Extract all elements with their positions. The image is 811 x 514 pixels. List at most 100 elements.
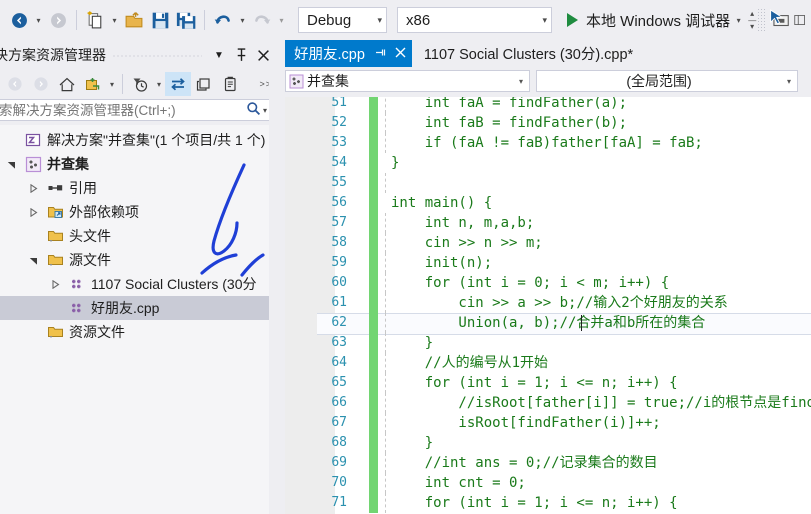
code-line[interactable]: 51 int faA = findFather(a);: [285, 97, 811, 113]
tree-row-resource-files[interactable]: 资源文件: [0, 320, 278, 344]
tree-row-header-files[interactable]: 头文件: [0, 224, 278, 248]
indent-guide: [385, 253, 386, 273]
search-box[interactable]: ▾: [0, 99, 274, 121]
code-text: if (faA != faB)father[faA] = faB;: [391, 135, 703, 151]
tree-row-references[interactable]: 引用: [0, 176, 278, 200]
code-line[interactable]: 62 Union(a, b);//合并a和b所在的集合: [285, 313, 811, 335]
indent-guide: [385, 473, 386, 493]
change-indicator: [369, 353, 378, 373]
tree-row-source-files[interactable]: 源文件: [0, 248, 278, 272]
member-scope-combo[interactable]: (全局范围) ▾: [536, 70, 798, 92]
text-caret: [581, 315, 582, 331]
folder-icon: [44, 252, 66, 268]
project-scope-combo[interactable]: 并查集 ▾: [285, 70, 530, 92]
se-pending-changes-dropdown-icon[interactable]: ▾: [153, 72, 165, 96]
panel-splitter[interactable]: [269, 40, 278, 514]
se-new-folder-dropdown-icon[interactable]: ▾: [106, 72, 118, 96]
window-layout-icon[interactable]: [767, 6, 793, 34]
code-line[interactable]: 58 cin >> n >> m;: [285, 233, 811, 253]
code-line[interactable]: 61 cin >> a >> b;//输入2个好朋友的关系: [285, 293, 811, 313]
tree-row-external-deps[interactable]: 外部依赖项: [0, 200, 278, 224]
code-lines[interactable]: 51 int faA = findFather(a); 52 int faB = …: [285, 97, 811, 513]
solution-icon: [22, 132, 44, 148]
code-line[interactable]: 66 //isRoot[father[i]] = true;//i的根节点是fi…: [285, 393, 811, 413]
code-text: for (int i = 0; i < m; i++) {: [391, 275, 670, 291]
solution-platform-combo[interactable]: x86 ▾: [397, 7, 552, 33]
code-line[interactable]: 70 int cnt = 0;: [285, 473, 811, 493]
start-debugging-button[interactable]: 本地 Windows 调试器: [565, 6, 732, 34]
code-line[interactable]: 53 if (faA != faB)father[faA] = faB;: [285, 133, 811, 153]
code-text: cin >> a >> b;//输入2个好朋友的关系: [391, 295, 728, 311]
code-line[interactable]: 63 }: [285, 333, 811, 353]
line-number: 65: [331, 375, 347, 390]
redo-dropdown-icon[interactable]: ▾: [275, 6, 288, 34]
expander-right-icon[interactable]: [22, 207, 44, 217]
code-line[interactable]: 59 init(n);: [285, 253, 811, 273]
save-all-icon[interactable]: [173, 6, 199, 34]
line-number: 62: [331, 315, 347, 330]
change-indicator: [369, 233, 378, 253]
expander-right-icon[interactable]: [22, 183, 44, 193]
expander-down-icon[interactable]: [22, 256, 44, 265]
solution-explorer-search-row: ▾: [0, 98, 278, 125]
expander-right-icon[interactable]: [44, 279, 66, 289]
code-line[interactable]: 65 for (int i = 1; i <= n; i++) {: [285, 373, 811, 393]
toolbar-drag-handle[interactable]: [757, 8, 768, 32]
tab-pin-icon[interactable]: [375, 47, 386, 61]
tree-row-file-1107[interactable]: 1107 Social Clusters (30分: [0, 272, 278, 296]
tree-row-solution[interactable]: 解决方案"并查集"(1 个项目/共 1 个): [0, 128, 278, 152]
indent-guide: [385, 133, 386, 153]
tab-close-icon[interactable]: [395, 46, 406, 61]
expander-down-icon[interactable]: [0, 160, 22, 169]
panel-pin-icon[interactable]: [230, 43, 252, 67]
search-icon[interactable]: [242, 101, 263, 119]
toolbar-separator: [76, 10, 77, 30]
indent-guide: [385, 453, 386, 473]
toolbar-overflow-updown-icon[interactable]: ▴ — ▾: [747, 9, 757, 30]
code-line[interactable]: 57 int n, m,a,b;: [285, 213, 811, 233]
panel-menu-icon[interactable]: ▼: [208, 43, 230, 67]
se-home-icon[interactable]: [54, 72, 80, 96]
save-icon[interactable]: [147, 6, 173, 34]
code-line[interactable]: 68 }: [285, 433, 811, 453]
navigate-back-icon[interactable]: [6, 6, 32, 34]
code-line[interactable]: 69 //int ans = 0;//记录集合的数目: [285, 453, 811, 473]
new-item-icon[interactable]: [82, 6, 108, 34]
window-split-icon[interactable]: [793, 6, 807, 34]
new-item-dropdown-icon[interactable]: ▾: [108, 6, 121, 34]
navigate-back-dropdown-icon[interactable]: ▾: [32, 6, 45, 34]
change-indicator: [369, 113, 378, 133]
se-refresh-icon[interactable]: [191, 72, 217, 96]
line-number: 64: [331, 355, 347, 370]
start-debugging-dropdown-icon[interactable]: ▾: [732, 6, 745, 34]
undo-icon[interactable]: [210, 6, 236, 34]
search-input[interactable]: [0, 101, 242, 119]
tab-1107-social-clusters[interactable]: 1107 Social Clusters (30分).cpp*: [411, 40, 640, 67]
change-indicator: [369, 313, 378, 333]
code-line[interactable]: 60 for (int i = 0; i < m; i++) {: [285, 273, 811, 293]
change-indicator: [369, 493, 378, 513]
indent-guide: [385, 313, 386, 333]
line-number: 67: [331, 415, 347, 430]
code-editor[interactable]: 51 int faA = findFather(a); 52 int faB = …: [285, 97, 811, 514]
se-new-folder-icon[interactable]: [80, 72, 106, 96]
folder-icon: [44, 324, 66, 340]
code-line[interactable]: 64 //人的编号从1开始: [285, 353, 811, 373]
solution-configuration-combo[interactable]: Debug ▾: [298, 7, 387, 33]
se-sync-with-document-icon[interactable]: [165, 72, 191, 96]
code-line[interactable]: 54}: [285, 153, 811, 173]
tree-row-project[interactable]: 并查集: [0, 152, 278, 176]
code-line[interactable]: 67 isRoot[findFather(i)]++;: [285, 413, 811, 433]
tab-haopengyou-cpp[interactable]: 好朋友.cpp: [285, 40, 412, 67]
se-pending-changes-icon[interactable]: [127, 72, 153, 96]
open-file-icon[interactable]: [121, 6, 147, 34]
indent-guide: [385, 113, 386, 133]
code-line[interactable]: 52 int faB = findFather(b);: [285, 113, 811, 133]
code-line[interactable]: 56 int main() {: [285, 193, 811, 213]
code-line[interactable]: 71 for (int i = 1; i <= n; i++) {: [285, 493, 811, 513]
se-show-all-files-icon[interactable]: [217, 72, 243, 96]
line-number: 56: [331, 195, 347, 210]
code-line[interactable]: 55: [285, 173, 811, 193]
undo-dropdown-icon[interactable]: ▾: [236, 6, 249, 34]
tree-row-file-haopengyou[interactable]: 好朋友.cpp: [0, 296, 278, 320]
